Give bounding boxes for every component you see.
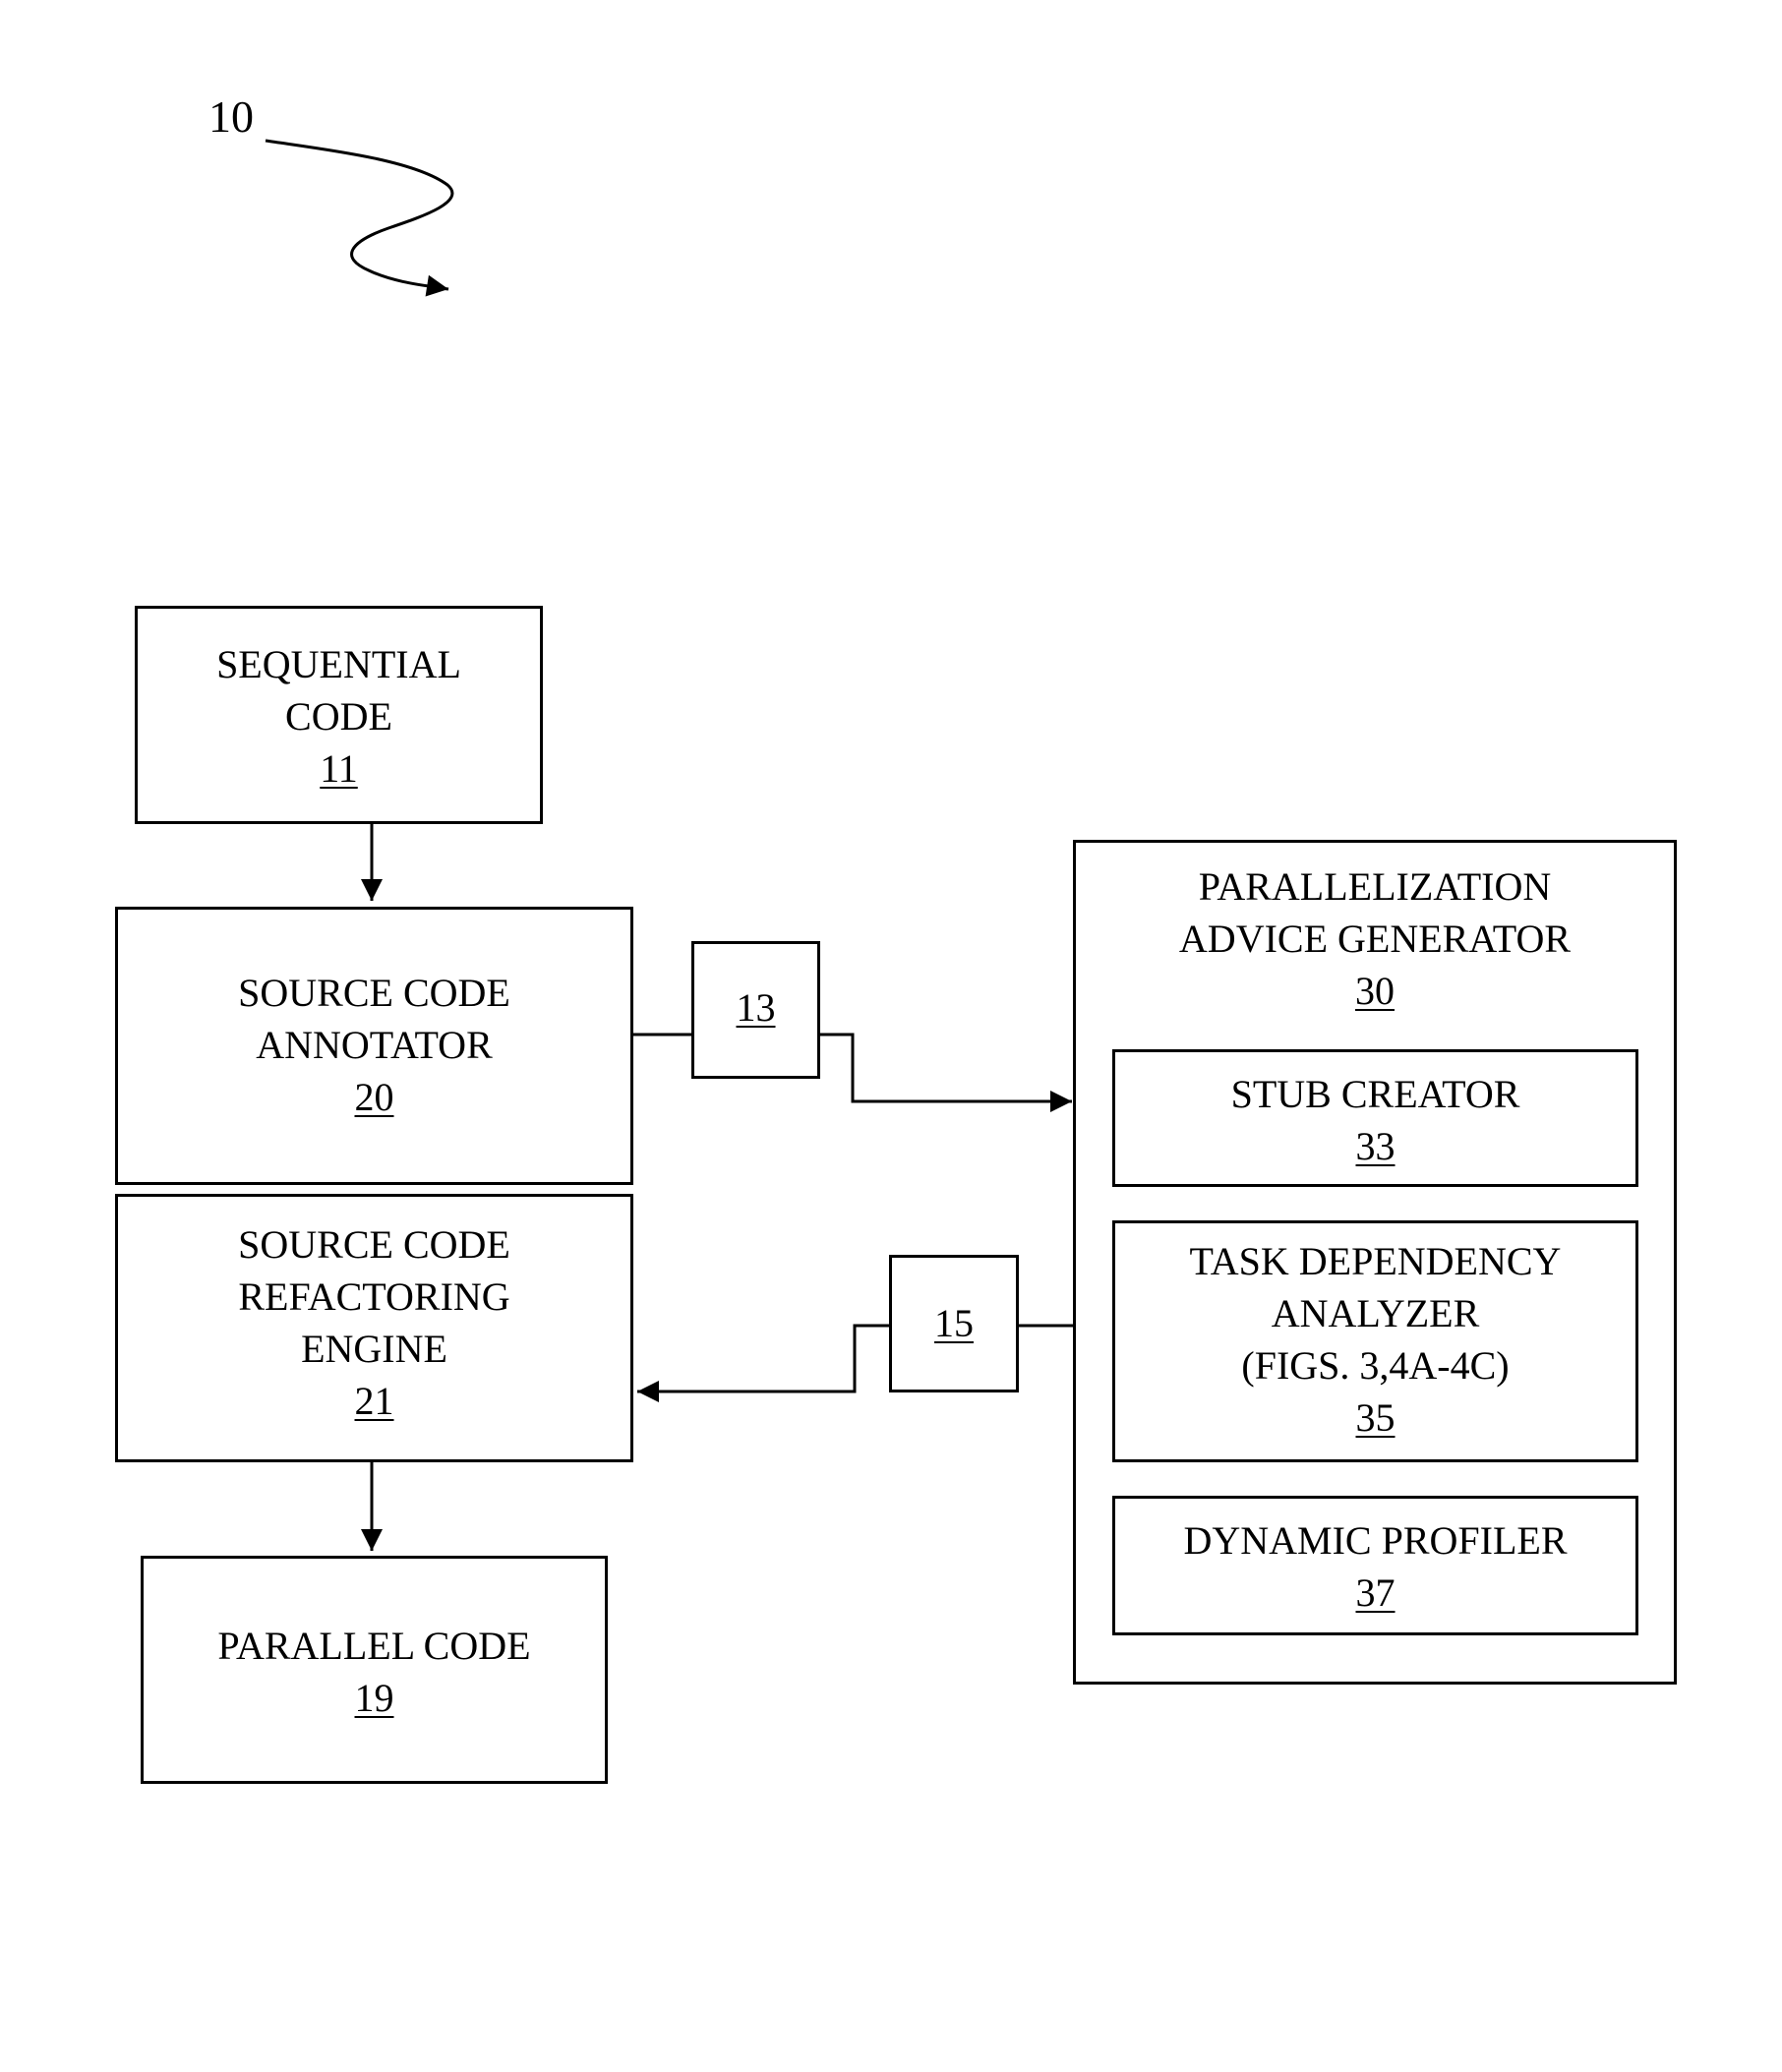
block-label-line: STUB CREATOR [1230, 1072, 1520, 1116]
block-label-line: ADVICE GENERATOR [1178, 917, 1572, 961]
block-label-line: SOURCE CODE [238, 971, 510, 1015]
block-label-line: SEQUENTIAL [216, 642, 461, 686]
block-label-line: DYNAMIC PROFILER [1183, 1518, 1568, 1563]
figure-pointer-arrow [265, 139, 454, 297]
block-reference-numeral: 20 [354, 1075, 394, 1119]
block-label-line: REFACTORING [238, 1274, 510, 1319]
sequential-code-block: SEQUENTIAL CODE 11 [135, 606, 543, 824]
block-label-line: TASK DEPENDENCY [1189, 1239, 1562, 1283]
dynamic-profiler-block: DYNAMIC PROFILER 37 [1112, 1496, 1638, 1635]
block-label-line: ANALYZER [1271, 1291, 1480, 1335]
source-code-refactoring-engine-block: SOURCE CODE REFACTORING ENGINE 21 [115, 1194, 633, 1462]
block-label-line: ENGINE [301, 1327, 447, 1371]
arrow-13-to-advice-generator [819, 1033, 1072, 1112]
block-label-line: SOURCE CODE [238, 1222, 510, 1267]
arrow-15-to-refactoring-engine [637, 1324, 890, 1402]
block-label-line: PARALLELIZATION [1198, 864, 1552, 909]
block-reference-numeral: 21 [354, 1379, 394, 1423]
block-reference-numeral: 15 [934, 1301, 974, 1345]
source-code-annotator-block: SOURCE CODE ANNOTATOR 20 [115, 907, 633, 1185]
block-label-line: ANNOTATOR [256, 1023, 493, 1067]
block-label-line: CODE [285, 694, 392, 739]
stub-creator-block: STUB CREATOR 33 [1112, 1049, 1638, 1187]
block-reference-numeral: 37 [1355, 1570, 1396, 1615]
data-block-13: 13 [691, 941, 820, 1079]
block-reference-numeral: 30 [1355, 969, 1395, 1013]
figure-reference-numeral: 10 [208, 91, 254, 142]
task-dependency-analyzer-block: TASK DEPENDENCY ANALYZER (FIGS. 3,4A-4C)… [1112, 1220, 1638, 1462]
block-reference-numeral: 19 [354, 1676, 394, 1720]
block-reference-numeral: 13 [736, 985, 776, 1030]
block-reference-numeral: 35 [1355, 1395, 1396, 1440]
block-reference-numeral: 33 [1355, 1124, 1396, 1168]
parallel-code-block: PARALLEL CODE 19 [141, 1556, 608, 1784]
block-reference-numeral: 11 [320, 746, 358, 791]
data-block-15: 15 [889, 1255, 1019, 1392]
block-label-line: (FIGS. 3,4A-4C) [1241, 1343, 1510, 1388]
block-label-line: PARALLEL CODE [217, 1624, 531, 1668]
